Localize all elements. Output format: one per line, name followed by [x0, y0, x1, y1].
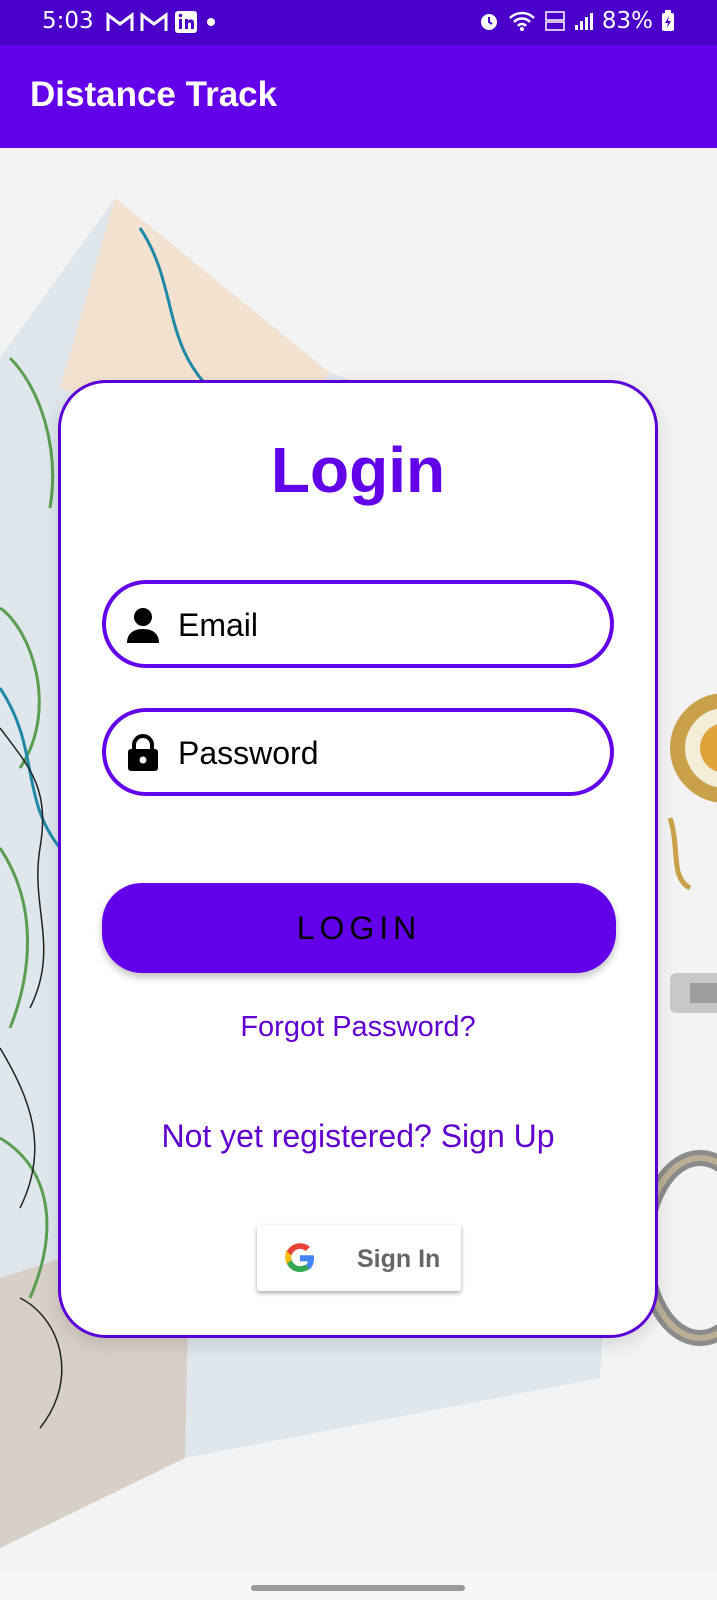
lock-icon: [128, 734, 158, 771]
home-gesture-handle[interactable]: [251, 1585, 465, 1591]
app-title: Distance Track: [30, 75, 278, 114]
email-field[interactable]: [102, 580, 614, 668]
google-sign-in-label: Sign In: [357, 1245, 441, 1273]
volte-icon: [545, 11, 565, 31]
battery-charging-icon: [662, 10, 674, 31]
app-bar: Distance Track: [0, 45, 717, 148]
gmail-icon: [106, 12, 134, 31]
status-bar: 5:03 83%: [0, 0, 717, 45]
linkedin-icon: [175, 11, 197, 33]
login-card: Login LOGIN Forgot Password? Not yet reg…: [58, 380, 658, 1338]
navigation-bar: [0, 1570, 717, 1600]
forgot-password-link[interactable]: Forgot Password?: [61, 1011, 655, 1044]
signup-link[interactable]: Not yet registered? Sign Up: [61, 1118, 655, 1155]
google-sign-in-button[interactable]: Sign In: [257, 1225, 461, 1291]
gmail-icon: [140, 12, 168, 31]
password-field[interactable]: [102, 708, 614, 796]
email-input[interactable]: [176, 594, 590, 656]
wifi-icon: [508, 11, 535, 31]
signal-icon: [574, 13, 593, 30]
login-title: Login: [270, 434, 446, 506]
google-icon: [285, 1243, 314, 1272]
password-input[interactable]: [176, 722, 590, 784]
battery-percent: 83%: [601, 8, 653, 34]
dot-icon: [207, 18, 215, 26]
notification-icons: [106, 10, 218, 34]
alarm-icon: [480, 14, 497, 30]
login-button[interactable]: LOGIN: [102, 883, 616, 973]
status-time: 5:03: [42, 8, 94, 34]
status-right: 83%: [478, 8, 675, 34]
person-icon: [127, 608, 159, 643]
